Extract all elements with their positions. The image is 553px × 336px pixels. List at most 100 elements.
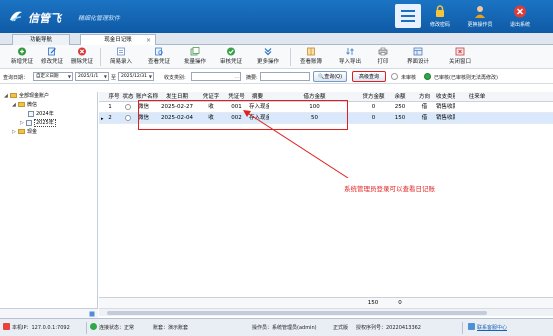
cell-category: 销售收款 xyxy=(436,104,455,110)
delete-icon xyxy=(78,47,86,56)
column-header-account[interactable]: 账户名称 xyxy=(135,92,159,102)
cell-number: 002 xyxy=(231,115,242,121)
tab-bar: 功能导航 现金日记账 × xyxy=(0,33,553,46)
batch-operation-button[interactable]: 批量操作 xyxy=(180,47,210,68)
column-header-word[interactable]: 凭证字 xyxy=(195,92,227,102)
column-header-date[interactable]: 发生日期 xyxy=(159,92,195,102)
change-operator-button[interactable]: 更换操作员 xyxy=(464,5,496,32)
view-ledger-button[interactable]: 查看账簿 xyxy=(296,47,326,68)
cell-number: 001 xyxy=(231,104,242,110)
tree-account-wechat[interactable]: ◢ 微信 xyxy=(12,101,37,110)
tree-settings-icon[interactable] xyxy=(89,311,95,317)
more-operations-button[interactable]: 更多操作 xyxy=(252,47,284,68)
tree-year-2025[interactable]: ▷ 2025年 xyxy=(20,119,56,128)
column-header-category[interactable]: 收支类别 xyxy=(436,92,455,102)
cell-account: 微信 xyxy=(138,115,150,121)
column-header-credit[interactable]: 贷方金额 xyxy=(360,92,387,102)
tree-year-2024[interactable]: 2024年 xyxy=(28,110,54,119)
date-to-value: 2025/12/31 xyxy=(121,74,147,79)
app-window: 信管飞 精细化管理软件 修改密码 更换操作员 退出系统 功能导航 现金日记账 ×… xyxy=(0,0,553,336)
status-dot-icon xyxy=(125,104,131,110)
form-icon xyxy=(117,47,125,56)
summary-input[interactable] xyxy=(260,72,310,81)
column-header-debit[interactable]: 借方金额 xyxy=(269,92,360,102)
income-type-label: 收支类别: xyxy=(164,75,186,81)
print-button[interactable]: 打印 xyxy=(370,47,396,68)
status-operator: 操作员：系统管理员(admin) xyxy=(252,325,317,331)
date-to-picker[interactable]: 2025/12/31 ▼ xyxy=(118,72,154,81)
toolbar-divider xyxy=(290,48,291,66)
edit-voucher-button[interactable]: 修改凭证 xyxy=(38,47,66,68)
tree-collapse-icon[interactable]: ◢ xyxy=(12,101,17,110)
import-export-label: 导入导出 xyxy=(338,59,361,65)
tree-expand-icon[interactable]: ▷ xyxy=(20,119,25,128)
tree-cash-label: 现金 xyxy=(27,129,38,135)
cell-date: 2025-02-27 xyxy=(161,104,193,110)
chevron-down-icon: ▼ xyxy=(148,74,152,79)
tree-collapse-icon[interactable]: ◢ xyxy=(4,92,9,101)
interface-design-button[interactable]: 界面设计 xyxy=(402,47,434,68)
tree-root[interactable]: ◢ 全部现金账户 xyxy=(4,92,49,101)
status-edition: 正式版 xyxy=(333,325,349,331)
column-header-partner[interactable]: 往来单 xyxy=(455,92,499,102)
simple-entry-button[interactable]: 简易录入 xyxy=(106,47,136,68)
tree-account-cash[interactable]: ▷ 现金 xyxy=(12,128,37,137)
advanced-query-button[interactable]: 高级查询 xyxy=(352,71,386,82)
tree-year-label: 2024年 xyxy=(36,111,54,117)
current-row-marker-icon: ▸ xyxy=(101,116,104,122)
grid-footer-totals: 150 0 xyxy=(99,297,553,308)
column-header-direction[interactable]: 方向 xyxy=(413,92,436,102)
import-export-button[interactable]: 导入导出 xyxy=(334,47,366,68)
column-header-summary[interactable]: 摘要 xyxy=(246,92,269,102)
audit-voucher-label: 审核凭证 xyxy=(219,59,242,65)
date-mode-value: 自定义日期 xyxy=(36,74,59,79)
brand-name: 信管飞 xyxy=(28,12,61,25)
close-window-icon xyxy=(455,47,465,56)
new-voucher-button[interactable]: 新增凭证 xyxy=(8,47,36,68)
column-header-number[interactable]: 凭证号 xyxy=(227,92,246,102)
query-date-label: 查询日期： xyxy=(3,75,29,81)
query-bar: 查询日期： 自定义日期 ▼ 2025/1/1 ▼ 至 2025/12/31 ▼ … xyxy=(0,70,553,84)
more-operations-label: 更多操作 xyxy=(256,59,279,65)
lock-icon xyxy=(436,5,444,17)
app-status-icon xyxy=(3,323,10,330)
view-voucher-button[interactable]: 查看凭证 xyxy=(144,47,174,68)
support-link[interactable]: 联系客服中心 xyxy=(477,324,507,331)
tree-expand-icon[interactable]: ▷ xyxy=(12,128,17,137)
app-header: 信管飞 精细化管理软件 修改密码 更换操作员 退出系统 xyxy=(0,0,553,33)
change-password-button[interactable]: 修改密码 xyxy=(424,5,456,32)
cell-credit: 0 xyxy=(371,115,376,121)
cell-balance: 150 xyxy=(394,115,406,121)
scrollbar-thumb[interactable] xyxy=(107,311,487,315)
query-button[interactable]: 🔍查询(Q) xyxy=(313,71,347,82)
ellipsis-icon[interactable]: … xyxy=(235,73,239,80)
date-mode-select[interactable]: 自定义日期 ▼ xyxy=(33,72,73,81)
print-label: 打印 xyxy=(377,59,389,65)
date-from-picker[interactable]: 2025/1/1 ▼ xyxy=(75,72,109,81)
delete-voucher-button[interactable]: 删除凭证 xyxy=(68,47,96,68)
tab-function-nav[interactable]: 功能导航 xyxy=(12,34,70,45)
main-menu-icon[interactable] xyxy=(395,4,421,28)
horizontal-scrollbar[interactable] xyxy=(99,308,553,316)
status-ip: 本机IP：127.0.0.1:7092 xyxy=(12,325,70,331)
toolbar-divider xyxy=(100,48,101,66)
calendar-icon xyxy=(28,110,34,117)
table-row[interactable]: 2微信2025-02-04收002存入现金500150借销售收款▸ xyxy=(99,113,553,124)
exit-icon xyxy=(514,5,526,18)
tree-footer xyxy=(0,308,98,318)
annotation-text: 系统管理员登录可以查看日记账 xyxy=(344,185,435,193)
cell-account: 微信 xyxy=(138,104,150,110)
summary-label: 摘要: xyxy=(246,75,258,81)
column-header-balance[interactable]: 余额 xyxy=(387,92,413,102)
income-type-input[interactable]: … xyxy=(191,72,241,81)
view-voucher-label: 查看凭证 xyxy=(147,59,170,65)
status-divider xyxy=(86,322,87,334)
table-row[interactable]: 1 微信 2025-02-27 收 001 存入现金 100 0 250 借 销售收款 xyxy=(99,102,553,113)
column-header-status[interactable]: 状态 xyxy=(121,92,135,102)
new-voucher-label: 新增凭证 xyxy=(10,59,33,65)
close-window-button[interactable]: 关闭窗口 xyxy=(444,47,476,68)
exit-system-button[interactable]: 退出系统 xyxy=(504,5,536,32)
audit-voucher-button[interactable]: 审核凭证 xyxy=(216,47,246,68)
tree-account-label: 微信 xyxy=(27,102,38,108)
cell-summary: 存入现金 xyxy=(249,115,269,121)
